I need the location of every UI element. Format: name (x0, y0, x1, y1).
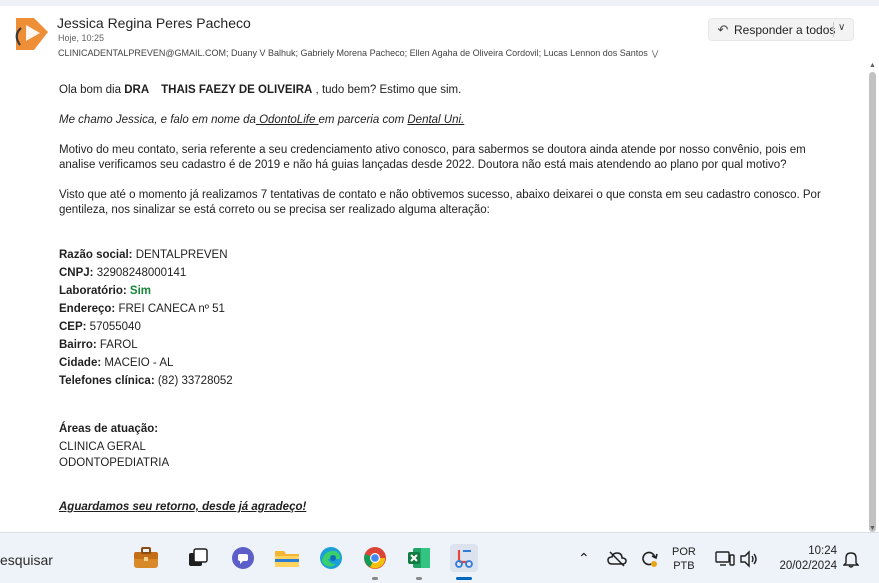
intro-text: Me chamo Jessica, e falo em nome da (59, 114, 256, 126)
field-cidade: Cidade: MACEIO - AL (59, 355, 173, 371)
company-link[interactable]: OdontoLife (256, 114, 319, 126)
field-endereco: Endereço: FREI CANECA nº 51 (59, 301, 225, 317)
display-icon[interactable] (715, 533, 735, 583)
notification-bell-icon[interactable] (843, 533, 859, 583)
sender-avatar[interactable] (7, 12, 49, 54)
cloud-offline-icon[interactable] (607, 533, 627, 583)
chevron-down-icon[interactable]: ⋁ (652, 49, 659, 58)
file-explorer-icon[interactable] (273, 544, 301, 572)
areas-heading: Áreas de atuação: (59, 423, 159, 435)
recipients-list: CLINICADENTALPREVEN@GMAIL.COM; Duany V B… (58, 48, 648, 58)
field-label: Laboratório: (59, 285, 127, 297)
windows-taskbar: esquisar ⌃ POR PTB 10:24 20/02/2024 (0, 532, 879, 583)
greeting-recipient-name: THAIS FAEZY DE OLIVEIRA (161, 84, 313, 96)
keyboard-layout-code: PTB (673, 560, 695, 572)
paragraph-1-line-1: Motivo do meu contato, seria referente a… (59, 144, 806, 156)
vertical-scrollbar[interactable]: ▲ ▼ (866, 60, 879, 532)
reply-all-icon: ↶ (717, 21, 729, 37)
clock-date: 20/02/2024 (779, 560, 837, 572)
system-clock[interactable]: 10:24 20/02/2024 (775, 544, 837, 574)
intro-mid-text: em parceria com (318, 114, 408, 126)
field-laboratorio: Laboratório: Sim (59, 283, 151, 299)
paragraph-2-line-1: Visto que até o momento já realizamos 7 … (59, 189, 821, 201)
greeting-title: DRA (124, 84, 150, 96)
chrome-browser-icon[interactable] (361, 544, 389, 572)
field-value: (82) 33728052 (154, 375, 233, 387)
area-item: CLINICA GERAL (59, 441, 146, 453)
scroll-thumb[interactable] (869, 72, 876, 532)
greeting-text: Ola bom dia (59, 84, 125, 96)
reply-all-label: Responder a todos (734, 22, 836, 37)
email-header: Jessica Regina Peres Pacheco Hoje, 10:25… (0, 6, 879, 62)
email-timestamp: Hoje, 10:25 (58, 33, 105, 43)
field-value: FREI CANECA nº 51 (115, 303, 225, 315)
field-label: Telefones clínica: (59, 375, 155, 387)
field-telefones: Telefones clínica: (82) 33728052 (59, 373, 233, 389)
chevron-down-icon[interactable]: ∨ (838, 22, 845, 33)
paragraph-1-line-2: analise verificamos seu cadastro é de 20… (59, 159, 787, 171)
paragraph-2-line-2: gentileza, nos sinalizar se está correto… (59, 204, 490, 216)
reply-all-button[interactable]: ↶ Responder a todos ∨ (708, 18, 854, 41)
language-code: POR (672, 546, 696, 558)
sender-name[interactable]: Jessica Regina Peres Pacheco (57, 15, 251, 31)
snipping-active-indicator (456, 577, 472, 580)
greeting-line: Ola bom dia DRA THAIS FAEZY DE OLIVEIRA ,… (59, 82, 461, 98)
chat-icon[interactable] (229, 544, 257, 572)
excel-icon[interactable] (405, 544, 433, 572)
clock-time: 10:24 (808, 545, 837, 557)
field-value: DENTALPREVEN (132, 249, 228, 261)
field-value: FAROL (96, 339, 138, 351)
scroll-up-arrow-icon[interactable]: ▲ (869, 62, 876, 69)
excel-running-indicator (416, 577, 422, 580)
briefcase-icon[interactable] (132, 544, 160, 572)
intro-line: Me chamo Jessica, e falo em nome da Odon… (59, 112, 464, 128)
sync-icon[interactable] (639, 533, 659, 583)
speaker-volume-icon[interactable] (739, 533, 759, 583)
field-label: Endereço: (59, 303, 116, 315)
chrome-running-indicator (372, 577, 378, 580)
chevron-up-icon[interactable]: ⌃ (578, 533, 590, 583)
recipients-line[interactable]: CLINICADENTALPREVEN@GMAIL.COM; Duany V B… (58, 48, 658, 58)
partner-link[interactable]: Dental Uni. (407, 114, 464, 126)
snipping-tool-icon[interactable] (450, 544, 478, 572)
field-cep: CEP: 57055040 (59, 319, 141, 335)
field-label: Razão social: (59, 249, 133, 261)
field-label: CEP: (59, 321, 87, 333)
field-label: Bairro: (59, 339, 97, 351)
field-value: MACEIO - AL (101, 357, 174, 369)
field-value: 57055040 (86, 321, 141, 333)
field-value: Sim (126, 285, 152, 297)
field-razao-social: Razão social: DENTALPREVEN (59, 247, 228, 263)
field-label: Cidade: (59, 357, 102, 369)
field-label: CNPJ: (59, 267, 94, 279)
field-value: 32908248000141 (93, 267, 187, 279)
task-view-icon[interactable] (184, 544, 212, 572)
field-bairro: Bairro: FAROL (59, 337, 138, 353)
reply-split-divider (833, 22, 834, 37)
field-cnpj: CNPJ: 32908248000141 (59, 265, 186, 281)
taskbar-search-box[interactable]: esquisar (0, 552, 53, 568)
area-item: ODONTOPEDIATRIA (59, 457, 170, 469)
input-language-indicator[interactable]: POR PTB (672, 545, 696, 573)
closing-line: Aguardamos seu retorno, desde já agradeç… (59, 501, 307, 513)
edge-browser-icon[interactable] (317, 544, 345, 572)
greeting-closing: , tudo bem? Estimo que sim. (312, 84, 462, 96)
scroll-down-arrow-icon[interactable]: ▼ (869, 525, 876, 532)
